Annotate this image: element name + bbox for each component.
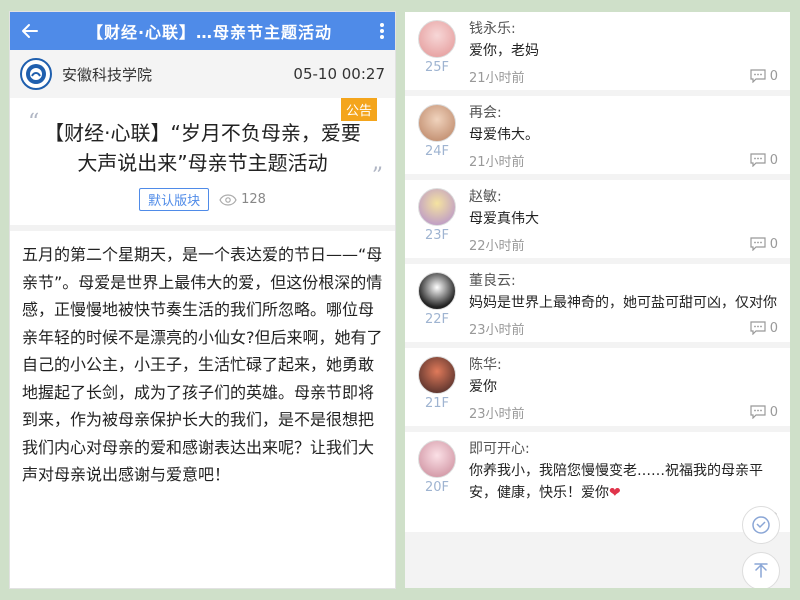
comment-item: 24F 再会: 母爱伟大。 21小时前 0 <box>405 96 790 174</box>
avatar[interactable] <box>418 104 456 142</box>
quote-open-icon: “ <box>28 110 40 135</box>
back-button[interactable] <box>10 12 50 50</box>
commenter-name[interactable]: 钱永乐: <box>469 18 778 40</box>
more-button[interactable] <box>369 12 395 50</box>
reply-count: 0 <box>769 404 778 420</box>
back-to-top-button[interactable] <box>742 552 780 588</box>
comment-text: 母爱真伟大 <box>469 211 539 227</box>
comment-time: 21小时前 <box>469 154 525 170</box>
top-bar: 【财经·心联】…母亲节主题活动 <box>10 12 395 50</box>
commenter-name[interactable]: 再会: <box>469 102 778 124</box>
commenter-name[interactable]: 即可开心: <box>469 438 778 460</box>
school-emblem-icon <box>26 64 46 84</box>
eye-icon <box>219 193 237 206</box>
floor-number: 22F <box>424 312 450 327</box>
commenter-name[interactable]: 董良云: <box>469 270 778 292</box>
comment-text: 妈妈是世界上最神奇的，她可盐可甜可凶，仅对你 <box>469 295 777 311</box>
reply-icon[interactable] <box>750 321 766 335</box>
avatar[interactable] <box>418 356 456 394</box>
avatar[interactable] <box>418 188 456 226</box>
reply-icon[interactable] <box>750 405 766 419</box>
arrow-left-icon <box>22 24 38 38</box>
comment-item: 23F 赵敏: 母爱真伟大 22小时前 0 <box>405 180 790 258</box>
floor-number: 24F <box>424 144 450 159</box>
share-button[interactable] <box>742 506 780 544</box>
comment-text: 爱你，老妈 <box>469 43 539 59</box>
floor-number: 23F <box>424 228 450 243</box>
post-title: 【财经·心联】“岁月不负母亲，爱要大声说出来”母亲节主题活动 <box>44 121 361 175</box>
author-name[interactable]: 安徽科技学院 <box>62 64 293 85</box>
more-vertical-icon <box>380 23 384 39</box>
comment-item: 20F 即可开心: 你养我小，我陪您慢慢变老……祝福我的母亲平安，健康，快乐！爱… <box>405 432 790 532</box>
notice-badge: 公告 <box>340 98 377 121</box>
comment-text: 母爱伟大。 <box>469 127 539 143</box>
comment-text: 爱你 <box>469 379 497 395</box>
reply-count: 0 <box>769 68 778 84</box>
comment-time: 23小时前 <box>469 406 525 422</box>
reply-icon[interactable] <box>750 153 766 167</box>
post-panel: 【财经·心联】…母亲节主题活动 安徽科技学院 05-10 00:27 公告 “ … <box>10 12 395 588</box>
author-row: 安徽科技学院 05-10 00:27 <box>10 50 395 98</box>
comment-time: 22小时前 <box>469 238 525 254</box>
view-count: 128 <box>241 192 266 207</box>
avatar[interactable] <box>418 440 456 478</box>
title-area: 公告 “ 【财经·心联】“岁月不负母亲，爱要大声说出来”母亲节主题活动 ” 默认… <box>10 98 395 231</box>
board-tag[interactable]: 默认版块 <box>139 188 210 211</box>
avatar[interactable] <box>418 20 456 58</box>
reply-icon[interactable] <box>750 237 766 251</box>
post-body: 五月的第二个星期天，是一个表达爱的节日——“母亲节”。母爱是世界上最伟大的爱，但… <box>22 245 383 484</box>
page-title: 【财经·心联】…母亲节主题活动 <box>86 23 333 42</box>
comment-item: 22F 董良云: 妈妈是世界上最神奇的，她可盐可甜可凶，仅对你 23小时前 0 <box>405 264 790 342</box>
avatar[interactable] <box>418 272 456 310</box>
post-time: 05-10 00:27 <box>293 65 385 83</box>
heart-icon: ❤ <box>609 485 621 501</box>
comment-text: 你养我小，我陪您慢慢变老……祝福我的母亲平安，健康，快乐！爱你❤ <box>469 463 763 501</box>
quote-close-icon: ” <box>371 164 383 189</box>
commenter-name[interactable]: 赵敏: <box>469 186 778 208</box>
reply-count: 0 <box>769 320 778 336</box>
floor-number: 25F <box>424 60 450 75</box>
comment-time: 21小时前 <box>469 70 525 86</box>
share-icon <box>752 516 770 534</box>
comment-item: 25F 钱永乐: 爱你，老妈 21小时前 0 <box>405 12 790 90</box>
school-logo[interactable] <box>20 58 52 90</box>
commenter-name[interactable]: 陈华: <box>469 354 778 376</box>
comments-panel: 25F 钱永乐: 爱你，老妈 21小时前 0 24F 再会: 母爱伟大。 21小… <box>405 12 790 588</box>
comment-time: 23小时前 <box>469 322 525 338</box>
arrow-up-icon <box>754 563 768 578</box>
comment-item: 21F 陈华: 爱你 23小时前 0 <box>405 348 790 426</box>
floor-number: 21F <box>424 396 450 411</box>
reply-count: 0 <box>769 152 778 168</box>
floor-number: 20F <box>424 480 450 495</box>
reply-count: 0 <box>769 236 778 252</box>
reply-icon[interactable] <box>750 69 766 83</box>
post-meta: 默认版块 128 <box>30 188 375 211</box>
